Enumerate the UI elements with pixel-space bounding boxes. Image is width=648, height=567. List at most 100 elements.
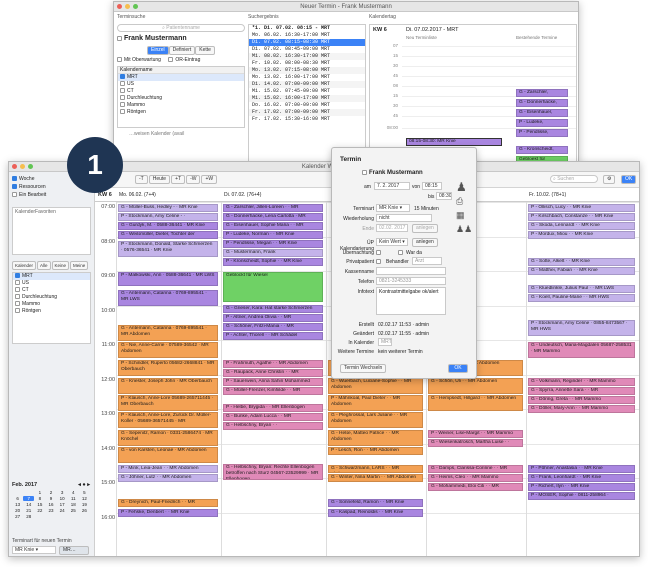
tab-definiert[interactable]: Definiert	[168, 46, 196, 55]
appointment-event[interactable]: P - Fehske, Denbert · · MR Knie	[118, 509, 218, 517]
result-row[interactable]: Fr. 17.02. 07:00-09:00 MRT	[249, 109, 365, 116]
sidebar-calendar-item[interactable]: US	[13, 280, 90, 287]
dialog-ok-button[interactable]: OK	[448, 364, 468, 373]
terminart-action-button[interactable]: MR…	[59, 546, 89, 555]
sidebar-calendar-checkbox[interactable]	[15, 301, 20, 307]
day-existing-event[interactable]: G - Zarschler,	[516, 89, 568, 97]
appointment-event[interactable]: P - MOSER, Sophie · 0811-258964 ·	[528, 492, 635, 500]
window-controls[interactable]	[117, 4, 138, 9]
termin-wechseln-button[interactable]: Termin Wechseln	[340, 364, 387, 373]
mini-cal-day[interactable]: 20	[12, 508, 23, 513]
sidebar-calendar-item[interactable]: Röntgen	[13, 308, 90, 315]
result-row[interactable]: Do. 16.02. 07:00-09:00 MRT	[249, 102, 365, 109]
result-row[interactable]: Fr. 17.02. 15:30-16:00 MRT	[249, 116, 365, 123]
appointment-event[interactable]: P - Mähnkoal, Paul Dieter · · MR Abdomen	[328, 395, 423, 411]
mini-cal-day[interactable]: 23	[45, 508, 56, 513]
zoom-button[interactable]	[133, 4, 138, 9]
mini-cal-day[interactable]: 4	[68, 490, 79, 495]
terminart-select[interactable]: MR Knie ▾	[12, 546, 56, 554]
mini-cal-day[interactable]: 17	[57, 502, 68, 507]
infotext-area[interactable]: Kontrastmittelgabe ok/alert	[376, 287, 446, 315]
mini-cal-day[interactable]: 3	[57, 490, 68, 495]
calendar-checkbox[interactable]	[120, 74, 125, 80]
appointment-event[interactable]: P - Achter, Thorell · · MR Schädel	[223, 332, 323, 340]
appointment-event[interactable]: P - Stockmann, Donald, Starke Schmerzen …	[118, 241, 218, 257]
appointment-event[interactable]: G - Zarschler, Jillen-Loreen · · MR	[223, 204, 323, 212]
result-row[interactable]: Mo. 13.02. 16:00-17:00 MRT	[249, 74, 365, 81]
mini-cal-day[interactable]: 22	[34, 508, 45, 513]
sidebar-calendar-checkbox[interactable]	[15, 308, 20, 314]
appointment-event[interactable]: G - Müller-Buss, Hedley - · MR Knie	[118, 204, 218, 212]
appointment-event[interactable]: P - Klausch, Anne-Lore, Zurück Dr. Mülle…	[118, 412, 218, 428]
ende-field[interactable]: 02.02. 2017	[376, 224, 408, 232]
mini-cal-day[interactable]: 16	[45, 502, 56, 507]
print-icon[interactable]: ⎙	[456, 196, 463, 207]
appointment-event[interactable]: P - Kronscheidt, Sophie · · MR Knie	[223, 258, 323, 266]
calendar-list-item[interactable]: Durchleuchtung	[118, 95, 244, 102]
calendar-checkbox[interactable]	[120, 88, 125, 94]
appointment-event[interactable]: G - Volkmann, Reginder · · MR Mammo	[528, 378, 635, 386]
next-week-button[interactable]: +W	[201, 175, 218, 184]
appointment-event[interactable]: P - Frahmuth, Agathe · · MR Abdomen	[223, 360, 323, 368]
appointment-event[interactable]: P - Kirschbach, Constanze · · MR Knie	[528, 213, 635, 221]
mini-cal-day[interactable]: 8	[34, 496, 45, 501]
main-window-controls[interactable]	[12, 164, 33, 169]
mini-cal-day[interactable]: 28	[23, 514, 34, 519]
patient-name[interactable]: Frank Mustermann	[117, 35, 245, 42]
sidebar-option[interactable]: Ein Bearbeit	[12, 192, 91, 200]
appointment-event[interactable]: P - Pendlisse, Megan · · MR Knie	[223, 240, 323, 248]
appointment-event[interactable]: G - Döring, Greta · · MR Mammo	[528, 396, 635, 404]
appointment-event[interactable]: G - Hempsedt, Hillgard · · MR Abdomen	[428, 395, 523, 411]
mini-cal-day[interactable]: 26	[79, 508, 90, 513]
toolbar-ok-button[interactable]: OK	[621, 175, 637, 184]
appointment-event[interactable]: P - Pöhner, Anastasia · · MR Knie	[528, 465, 635, 473]
appointment-event[interactable]: P - Mordux, Miou · · MR Knie	[528, 231, 635, 239]
mini-cal-day[interactable]: 2	[45, 490, 56, 495]
appointment-event[interactable]: G - Döller, Mary-Ann · · MR Mammo	[528, 405, 635, 413]
mini-cal-day[interactable]: 11	[68, 496, 79, 501]
appointment-event[interactable]: G - Matthei, Fabian · · MR Knie	[528, 267, 635, 275]
mini-cal-day[interactable]: 25	[68, 508, 79, 513]
appointment-event[interactable]: G - Mustermann, Frank	[223, 249, 323, 257]
appointment-event[interactable]: Geblockt für Wiesel	[223, 272, 323, 302]
calendar-list-item[interactable]: CT	[118, 88, 244, 95]
appointment-event[interactable]: P - Weiner, Lise-Margit · · MR Mammo	[428, 430, 523, 438]
sidebar-tab[interactable]: Kalender	[12, 261, 37, 270]
mini-cal-day[interactable]: 24	[57, 508, 68, 513]
wiederholung-field[interactable]: nicht	[376, 214, 432, 222]
appointment-event[interactable]: G - Gurdyk, M. · 0588-36441 · MR Knie	[118, 222, 218, 230]
calendar-checkbox[interactable]	[120, 81, 125, 87]
sidebar-calendar-checkbox[interactable]	[15, 294, 20, 300]
result-row[interactable]: Mi. 15.02. 07:45-09:00 MRT	[249, 88, 365, 95]
sidebar-option-checkbox[interactable]	[12, 176, 17, 182]
mini-cal-day[interactable]: 13	[12, 502, 23, 507]
appointment-event[interactable]: G - Wuerbach, Luciane-Sophie · · MR Abdo…	[328, 378, 423, 394]
appointment-event[interactable]: P - Schindler, Ruperto 05682-2668841 · M…	[118, 360, 218, 376]
group-icon[interactable]: ♟♟	[456, 224, 472, 235]
appointment-event[interactable]: P - Stockmann, Amy Celine · 0855-8473567…	[528, 320, 635, 336]
dialog-patient-checkbox[interactable]	[362, 170, 367, 175]
mini-cal-day[interactable]: 6	[12, 496, 23, 501]
calendar-list-item[interactable]: Röntgen	[118, 109, 244, 116]
result-row[interactable]: Mi. 15.02. 16:00-17:00 MRT	[249, 95, 365, 102]
in-kalender-field[interactable]: MRT	[378, 338, 392, 346]
appointment-event[interactable]: G - Winter, Nina Martin · · MR Abdomen	[328, 474, 423, 482]
sidebar-calendar-item[interactable]: CT	[13, 287, 90, 294]
appointment-event[interactable]: G - Schöner, Fritzi-Mania · · MR	[223, 323, 323, 331]
settings-button[interactable]: ⚙	[603, 175, 616, 184]
dialog-date-field[interactable]: 7. 2. 2017	[374, 182, 410, 190]
day-existing-event[interactable]: P - Pendlisse,	[516, 129, 568, 137]
calendar-search-input[interactable]: ⌕ Suchen	[550, 175, 598, 183]
result-row[interactable]: Di. 07.02. 08:15-08:30 MRT	[249, 39, 365, 46]
mini-cal-day[interactable]: 15	[34, 502, 45, 507]
appointment-event[interactable]: G - Grieser, Kara: Hat starke Schmerzen	[223, 305, 323, 313]
sidebar-tab[interactable]: Meine	[70, 261, 89, 270]
appointment-event[interactable]: G - Mohammedi, Eloi Citi · · MR	[428, 483, 523, 491]
appointment-event[interactable]: G - Skoda, Lennardt · · MR Knie	[528, 222, 635, 230]
appointment-event[interactable]: G - Schwarzmann, LARS · · MR Abdomen	[328, 465, 423, 473]
dialog-von-field[interactable]: 08:15	[422, 182, 442, 190]
mini-cal-day[interactable]: 1	[34, 490, 45, 495]
appointment-event[interactable]: G - Nie, Anne-Carrie · 07589-36542 · MR …	[118, 342, 218, 358]
mini-cal-day[interactable]: 21	[23, 508, 34, 513]
appointment-event[interactable]: P - Malkowski, Ann · 0588-36641 · MR LWS	[118, 272, 218, 286]
